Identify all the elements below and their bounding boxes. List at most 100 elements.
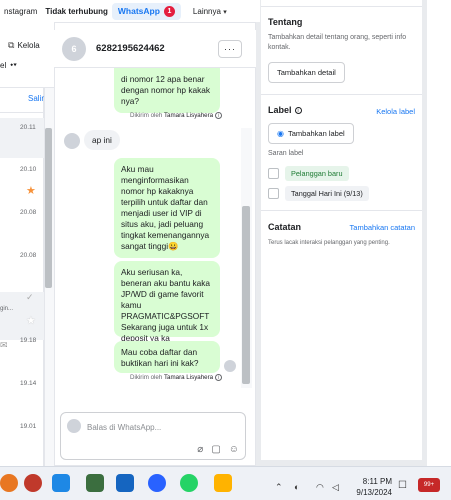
contact-details-panel: Tentang Tambahkan detail tentang orang, …: [261, 0, 422, 460]
conversation-snippet: gin...: [0, 306, 14, 312]
divider: [261, 94, 422, 95]
sender-avatar: [224, 360, 236, 372]
chrome-icon[interactable]: [24, 474, 42, 492]
attach-icon[interactable]: ⌀: [197, 444, 203, 455]
info-icon: i: [214, 112, 222, 119]
time-label: 19.01: [20, 423, 37, 430]
app-icon[interactable]: [0, 474, 18, 492]
filter-icon: ⬩▾: [10, 60, 18, 69]
sent-by-label: Dikirim oleh: [130, 112, 163, 120]
message-bubble-outgoing: Aku seriusan ka, beneran aku bantu kaka …: [114, 261, 220, 343]
add-label-icon: ◉: [277, 129, 284, 138]
manage-label: Kelola: [17, 41, 40, 50]
tab-whatsapp[interactable]: WhatsApp 1: [111, 2, 181, 20]
right-edge-panel: [427, 0, 451, 466]
calculator-icon[interactable]: [86, 474, 104, 492]
list-scrollbar-thumb[interactable]: [45, 128, 52, 288]
message-thread: di nomor 12 apa benar dengan nomor hp ka…: [56, 68, 242, 408]
clock-time: 8:11 PM: [362, 477, 392, 486]
divider: [261, 210, 422, 211]
message-bubble-outgoing: Aku mau menginformasikan nomor hp kakakn…: [114, 158, 220, 258]
more-options-button[interactable]: ···: [218, 39, 242, 58]
notes-text: Terus lacak interaksi pelanggan yang pen…: [268, 240, 390, 246]
filter-dropdown[interactable]: el ⬩▾: [0, 60, 17, 70]
composer-avatar: [67, 419, 81, 433]
notes-title: Catatan: [268, 222, 302, 232]
notes-icon[interactable]: [116, 474, 134, 492]
quick-reply-icon[interactable]: ▢: [211, 444, 220, 455]
clock[interactable]: 8:11 PM 9/13/2024: [352, 476, 392, 498]
label-header: Label i: [268, 105, 302, 115]
avatar: 6: [62, 36, 86, 61]
chat-scrollbar-thumb[interactable]: [242, 206, 250, 384]
tab-instagram[interactable]: nstagram: [0, 7, 41, 16]
sent-by-meta: Dikirim oleh Tamara Lisyahera i: [130, 112, 222, 119]
star-icon[interactable]: ★: [26, 184, 36, 197]
star-outline-icon[interactable]: ★: [26, 314, 36, 327]
add-note-link[interactable]: Tambahkan catatan: [350, 223, 415, 232]
tab-unconnected[interactable]: Tidak terhubung: [41, 7, 112, 16]
manage-icon: ⧉: [8, 40, 15, 50]
whatsapp-icon[interactable]: [180, 474, 198, 492]
unread-icon: ✉: [0, 340, 8, 350]
emoji-icon[interactable]: ☺: [229, 444, 239, 455]
top-tab-bar: nstagram Tidak terhubung WhatsApp 1 Lain…: [0, 0, 260, 22]
time-label: 20.10: [20, 166, 37, 173]
time-label: 19.14: [20, 380, 37, 387]
add-label-text: Tambahkan label: [287, 129, 345, 138]
info-icon[interactable]: i: [294, 106, 302, 114]
composer-actions: ⌀ ▢ ☺: [197, 444, 239, 455]
contact-phone: 6282195624462: [96, 43, 165, 54]
sent-by-author: Tamara Lisyahera: [163, 112, 214, 120]
browser-icon[interactable]: [148, 474, 166, 492]
suggested-label-row[interactable]: Pelanggan baru: [268, 166, 349, 181]
time-label: 20.08: [20, 252, 37, 259]
volume-icon[interactable]: ◁: [332, 482, 339, 493]
add-label-button[interactable]: ◉ Tambahkan label: [268, 123, 354, 144]
manage-labels-link[interactable]: Kelola label: [376, 107, 415, 116]
list-header: ⧉ Kelola el ⬩▾: [0, 22, 54, 88]
whatsapp-badge: 1: [163, 5, 175, 17]
divider: [0, 112, 44, 113]
suggested-label: Tanggal Hari Ini (9/13): [285, 186, 369, 201]
label-checkbox[interactable]: [268, 188, 279, 199]
info-icon: i: [214, 374, 222, 381]
sent-by-label: Dikirim oleh: [130, 374, 163, 382]
message-bubble-outgoing: di nomor 12 apa benar dengan nomor hp ka…: [114, 68, 220, 113]
message-bubble-outgoing: Mau coba daftar dan buktikan hari ini ka…: [114, 341, 220, 373]
label-checkbox[interactable]: [268, 168, 279, 179]
tab-more[interactable]: Lainnya ▾: [189, 7, 231, 16]
about-text: Tambahkan detail tentang orang, seperti …: [268, 34, 407, 51]
add-detail-button[interactable]: Tambahkan detail: [268, 62, 345, 83]
divider: [261, 6, 422, 7]
filter-label: el: [0, 60, 7, 70]
contact-avatar: [64, 133, 80, 149]
manage-button[interactable]: ⧉ Kelola: [8, 40, 40, 51]
conversation-row[interactable]: [0, 292, 44, 340]
about-title: Tentang: [268, 17, 303, 27]
folder-icon[interactable]: [214, 474, 232, 492]
suggested-label-row[interactable]: Tanggal Hari Ini (9/13): [268, 186, 369, 201]
suggested-label: Pelanggan baru: [285, 166, 349, 181]
suggested-labels-title: Saran label: [268, 150, 304, 157]
composer-input[interactable]: Balas di WhatsApp...: [87, 423, 161, 432]
message-composer[interactable]: Balas di WhatsApp... ⌀ ▢ ☺: [60, 412, 246, 460]
conversation-list: [0, 22, 44, 466]
wifi-icon[interactable]: ◠: [316, 482, 324, 493]
app-badge[interactable]: 99+: [418, 478, 440, 492]
sent-by-meta: Dikirim oleh Tamara Lisyahera i: [130, 374, 222, 381]
mic-icon[interactable]: ◐: [294, 482, 299, 492]
store-icon[interactable]: [52, 474, 70, 492]
message-bubble-incoming: ap ini: [84, 130, 120, 150]
chevron-down-icon: ▾: [223, 8, 227, 16]
time-label: 20.08: [20, 209, 37, 216]
chat-header: 6 6282195624462 ···: [54, 30, 256, 68]
time-label: 19.18: [20, 337, 37, 344]
sent-by-author: Tamara Lisyahera: [163, 374, 214, 382]
clock-date: 9/13/2024: [356, 488, 392, 497]
tab-more-label: Lainnya: [192, 6, 221, 16]
notification-icon[interactable]: ☐: [398, 480, 407, 491]
show-hidden-icons-icon[interactable]: ⌃: [275, 482, 283, 493]
time-label: 20.11: [20, 124, 36, 131]
tab-whatsapp-label: WhatsApp: [117, 6, 160, 16]
